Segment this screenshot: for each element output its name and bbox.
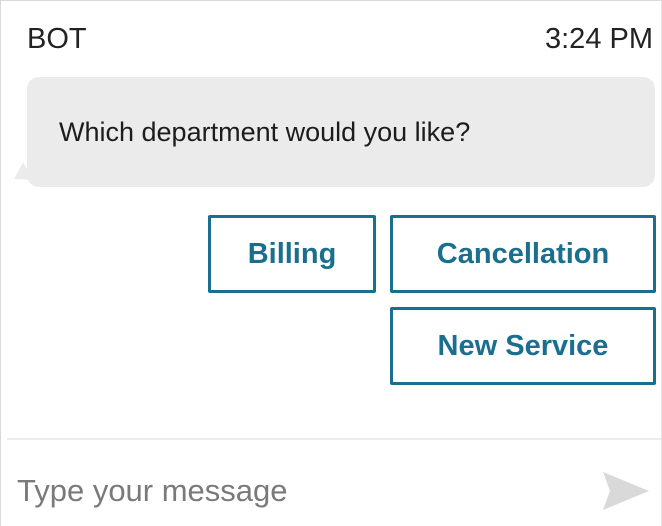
quick-reply-new-service-button[interactable]: New Service bbox=[390, 307, 656, 385]
bot-message-text: Which department would you like? bbox=[59, 116, 471, 147]
message-timestamp: 3:24 PM bbox=[545, 22, 653, 55]
message-input[interactable] bbox=[17, 465, 577, 517]
send-button[interactable] bbox=[601, 469, 651, 513]
send-icon bbox=[603, 472, 649, 510]
quick-reply-billing-button[interactable]: Billing bbox=[208, 215, 376, 293]
composer-divider bbox=[7, 438, 661, 440]
quick-reply-cancellation-button[interactable]: Cancellation bbox=[390, 215, 656, 293]
chat-widget: BOT 3:24 PM Which department would you l… bbox=[0, 0, 662, 526]
message-header: BOT 3:24 PM bbox=[27, 21, 653, 57]
sender-name: BOT bbox=[27, 22, 87, 55]
message-composer bbox=[1, 441, 661, 526]
bot-message-bubble: Which department would you like? bbox=[27, 77, 655, 187]
